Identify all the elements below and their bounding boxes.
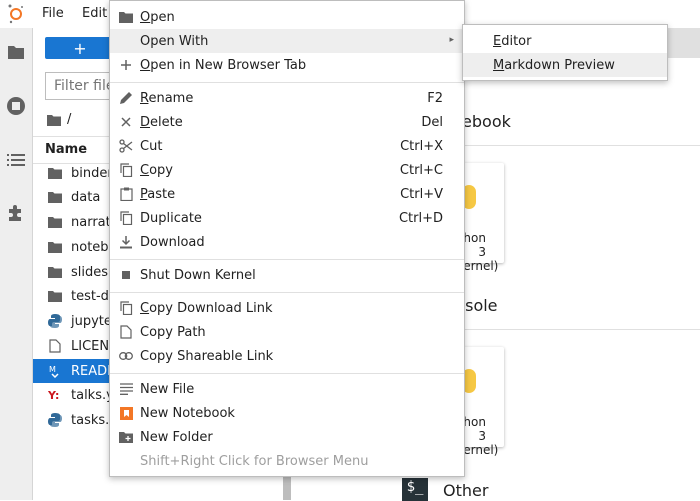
menu-item-label: Copy <box>140 162 173 178</box>
folder-icon <box>47 239 63 255</box>
new-folder-icon <box>118 429 134 445</box>
new-launcher-button[interactable]: + <box>45 37 115 59</box>
menu-item-rename[interactable]: Rename F2 <box>110 86 464 110</box>
menu-item-label: New Notebook <box>140 405 235 421</box>
menu-item-cut[interactable]: Cut Ctrl+X <box>110 134 464 158</box>
menu-item-browser-menu-hint: Shift+Right Click for Browser Menu <box>110 449 464 473</box>
breadcrumb[interactable]: / <box>47 112 71 127</box>
text-file-icon <box>118 381 134 397</box>
menu-shortcut: F2 <box>427 91 443 106</box>
notebook-icon <box>118 405 134 421</box>
file-name: data <box>71 189 101 205</box>
menu-item-label: Rename <box>140 90 194 106</box>
breadcrumb-root[interactable]: / <box>67 112 71 127</box>
menu-item-label: Cut <box>140 138 163 154</box>
menu-item-label: Copy Path <box>140 324 206 340</box>
menu-item-label: Copy Shareable Link <box>140 348 274 364</box>
menu-item-copy-shareable-link[interactable]: Copy Shareable Link <box>110 344 464 368</box>
svg-text:Y:: Y: <box>48 389 59 402</box>
menu-edit[interactable]: Edit <box>82 6 107 21</box>
table-of-contents-icon[interactable] <box>6 150 26 170</box>
cut-icon <box>118 138 134 154</box>
menu-item-label: Open With <box>140 33 209 49</box>
other-section-title: Other <box>443 481 489 500</box>
menu-item-new-file[interactable]: New File <box>110 377 464 401</box>
download-icon <box>118 234 134 250</box>
menu-item-label: New Folder <box>140 429 213 445</box>
folder-icon <box>47 288 63 304</box>
menu-shortcut: Ctrl+X <box>400 139 443 154</box>
copy-icon <box>118 300 134 316</box>
file-name: slides <box>71 264 109 280</box>
yaml-icon: Y: <box>47 387 63 403</box>
left-activity-bar <box>0 28 33 500</box>
submenu-item-editor[interactable]: Editor <box>463 29 667 53</box>
menu-file[interactable]: File <box>42 6 64 21</box>
python-file-icon <box>47 313 63 329</box>
submenu-item-markdown-preview[interactable]: Markdown Preview <box>463 53 667 77</box>
copy-icon <box>118 162 134 178</box>
svg-text:M: M <box>49 365 56 374</box>
menu-separator <box>110 292 464 293</box>
menu-item-open[interactable]: Open <box>110 5 464 29</box>
running-kernels-icon[interactable] <box>6 96 26 116</box>
menu-separator <box>110 373 464 374</box>
link-icon <box>118 348 134 364</box>
folder-icon <box>118 9 134 25</box>
submenu-item-label: Editor <box>493 33 532 49</box>
python-file-icon <box>47 412 63 428</box>
open-with-submenu: Editor Markdown Preview <box>462 24 668 81</box>
menu-item-label: Copy Download Link <box>140 300 273 316</box>
add-icon <box>118 57 134 73</box>
menu-item-label: Shift+Right Click for Browser Menu <box>140 453 369 469</box>
folder-icon <box>47 165 63 181</box>
submenu-arrow-icon: ▸ <box>449 35 454 45</box>
stop-icon <box>118 267 134 283</box>
extension-manager-puzzle-icon[interactable] <box>6 203 26 223</box>
folder-icon <box>47 264 63 280</box>
menu-item-open-with[interactable]: Open With ▸ <box>110 29 464 53</box>
menu-item-duplicate[interactable]: Duplicate Ctrl+D <box>110 206 464 230</box>
file-icon <box>118 324 134 340</box>
menu-item-shutdown-kernel[interactable]: Shut Down Kernel <box>110 263 464 287</box>
jupyter-logo-icon[interactable] <box>6 3 26 25</box>
menu-item-label: New File <box>140 381 195 397</box>
file-icon <box>47 338 63 354</box>
terminal-icon: $_ <box>402 478 428 501</box>
menu-item-label: Open <box>140 9 175 25</box>
menu-shortcut: Ctrl+V <box>400 187 443 202</box>
menu-item-label: Delete <box>140 114 183 130</box>
menu-item-copy-download-link[interactable]: Copy Download Link <box>110 296 464 320</box>
file-browser-folder-icon[interactable] <box>6 42 26 62</box>
menu-item-label: Download <box>140 234 205 250</box>
folder-icon <box>47 189 63 205</box>
menu-item-label: Open in New Browser Tab <box>140 57 307 73</box>
menu-item-label: Shut Down Kernel <box>140 267 256 283</box>
menu-item-paste[interactable]: Paste Ctrl+V <box>110 182 464 206</box>
menu-item-copy-path[interactable]: Copy Path <box>110 320 464 344</box>
menu-item-new-folder[interactable]: New Folder <box>110 425 464 449</box>
menu-item-copy[interactable]: Copy Ctrl+C <box>110 158 464 182</box>
menu-shortcut: Ctrl+D <box>398 211 443 226</box>
menu-separator <box>110 82 464 83</box>
edit-icon <box>118 90 134 106</box>
menu-shortcut: Ctrl+C <box>399 163 443 178</box>
paste-icon <box>118 186 134 202</box>
menu-item-label: Duplicate <box>140 210 202 226</box>
file-name: binder <box>71 165 113 181</box>
folder-icon <box>47 214 63 230</box>
markdown-icon: M <box>47 363 63 379</box>
close-icon <box>118 114 134 130</box>
menu-item-download[interactable]: Download <box>110 230 464 254</box>
context-menu: Open Open With ▸ Open in New Browser Tab… <box>109 0 465 477</box>
menu-separator <box>110 259 464 260</box>
menu-item-new-notebook[interactable]: New Notebook <box>110 401 464 425</box>
folder-icon <box>47 114 61 126</box>
menu-item-label: Paste <box>140 186 176 202</box>
menu-shortcut: Del <box>421 115 443 130</box>
menu-item-delete[interactable]: Delete Del <box>110 110 464 134</box>
menu-item-open-new-tab[interactable]: Open in New Browser Tab <box>110 53 464 77</box>
duplicate-icon <box>118 210 134 226</box>
submenu-item-label: Markdown Preview <box>493 57 615 73</box>
